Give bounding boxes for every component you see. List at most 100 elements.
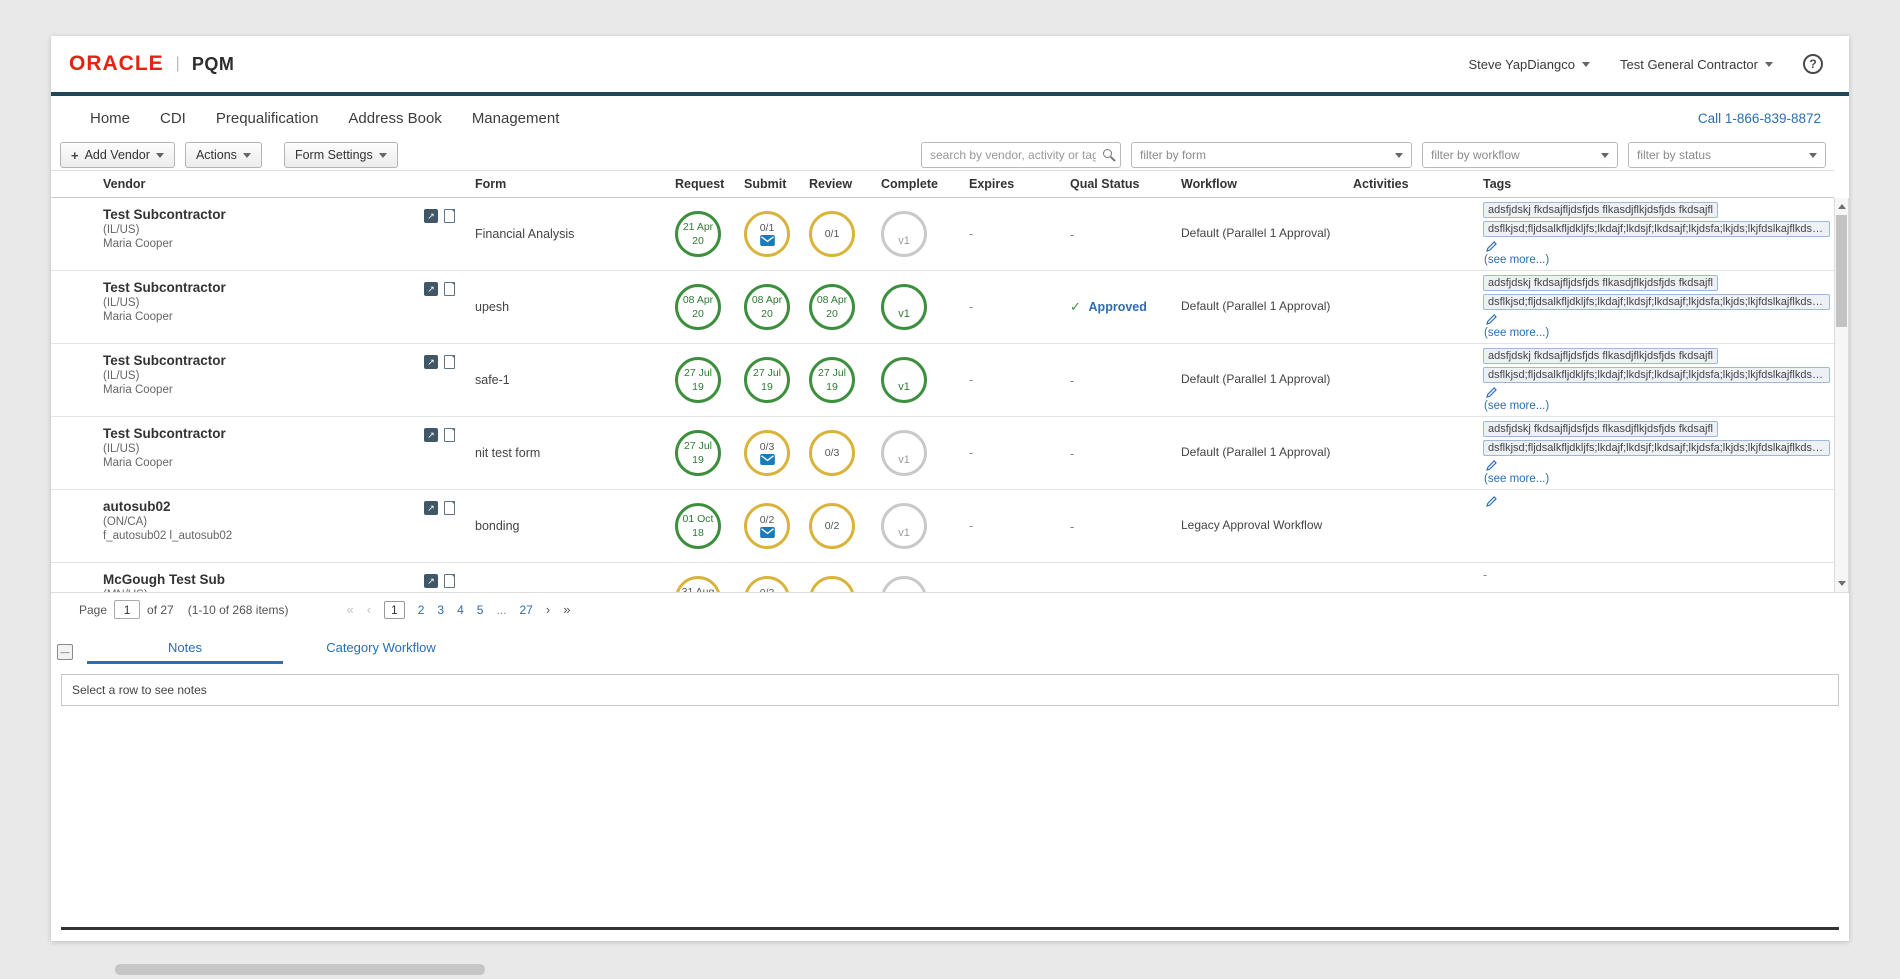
edit-tags-icon[interactable] [1485,459,1498,472]
table-scrollbar[interactable] [1834,198,1849,592]
review-status-circle[interactable]: 0/3 [809,430,855,476]
vendor-form-icon[interactable] [444,355,455,369]
prev-page-button[interactable]: ‹ [367,602,371,617]
submit-status-circle[interactable]: 0/3 [744,576,790,592]
first-page-button[interactable]: « [346,602,353,617]
vendor-activity-icon[interactable]: ↗ [424,355,438,369]
vendor-name[interactable]: Test Subcontractor [103,280,226,295]
nav-item-management[interactable]: Management [472,110,560,127]
vendor-activity-icon[interactable]: ↗ [424,428,438,442]
vendor-form-icon[interactable] [444,428,455,442]
review-status-circle[interactable]: 0/3 [809,576,855,592]
see-more-link[interactable]: (see more...) [1484,400,1830,412]
column-header-complete[interactable]: Complete [879,177,967,191]
complete-status-circle[interactable]: v1 [881,430,927,476]
table-row[interactable]: autosub02 (ON/CA) f_autosub02 l_autosub0… [51,490,1834,563]
see-more-link[interactable]: (see more...) [1484,327,1830,339]
filter-form-select[interactable]: filter by form [1131,142,1412,168]
vendor-activity-icon[interactable]: ↗ [424,574,438,588]
review-status-circle[interactable]: 0/1 [809,211,855,257]
review-status-circle[interactable]: 0/2 [809,503,855,549]
table-row[interactable]: Test Subcontractor (IL/US) Maria Cooper … [51,198,1834,271]
nav-item-home[interactable]: Home [90,110,130,127]
page-number-1[interactable]: 1 [384,601,405,619]
table-row[interactable]: Test Subcontractor (IL/US) Maria Cooper … [51,271,1834,344]
scrollbar-thumb[interactable] [1836,215,1847,327]
actions-button[interactable]: Actions [185,142,262,168]
request-status-circle[interactable]: 08 Apr 20 [675,284,721,330]
search-icon[interactable] [1103,149,1112,158]
call-phone-link[interactable]: Call 1-866-839-8872 [1698,111,1821,126]
vendor-activity-icon[interactable]: ↗ [424,282,438,296]
submit-status-circle[interactable]: 08 Apr 20 [744,284,790,330]
complete-status-circle[interactable]: v1 [881,211,927,257]
complete-status-circle[interactable]: v1 [881,503,927,549]
qual-status-text[interactable]: - [1070,374,1074,388]
scrollbar-up-icon[interactable] [1835,199,1848,214]
qual-status-text[interactable]: Approved [1089,300,1147,314]
complete-status-circle[interactable]: v1 [881,576,927,592]
column-header-activities[interactable]: Activities [1351,177,1481,191]
request-status-circle[interactable]: 27 Jul 19 [675,357,721,403]
column-header-form[interactable]: Form [473,177,673,191]
page-number-3[interactable]: 3 [437,603,444,617]
submit-status-circle[interactable]: 0/3 [744,430,790,476]
edit-tags-icon[interactable] [1485,495,1498,508]
page-number-2[interactable]: 2 [418,603,425,617]
collapse-panel-button[interactable]: — [57,644,73,660]
column-header-qual-status[interactable]: Qual Status [1068,177,1179,191]
column-header-review[interactable]: Review [807,177,879,191]
column-header-submit[interactable]: Submit [742,177,807,191]
table-row[interactable]: Test Subcontractor (IL/US) Maria Cooper … [51,417,1834,490]
request-status-circle[interactable]: 21 Apr 20 [675,211,721,257]
qual-status-text[interactable]: - [1070,520,1074,534]
submit-status-circle[interactable]: 27 Jul 19 [744,357,790,403]
complete-status-circle[interactable]: v1 [881,284,927,330]
scrollbar-down-icon[interactable] [1835,576,1848,591]
filter-status-select[interactable]: filter by status [1628,142,1826,168]
help-icon[interactable]: ? [1803,54,1823,74]
last-page-jump-button[interactable]: » [563,602,570,617]
submit-status-circle[interactable]: 0/2 [744,503,790,549]
nav-item-address-book[interactable]: Address Book [348,110,441,127]
table-row[interactable]: McGough Test Sub (MN/US) ↗ test-21-9 31 … [51,563,1834,592]
form-settings-button[interactable]: Form Settings [284,142,398,168]
vendor-activity-icon[interactable]: ↗ [424,501,438,515]
vendor-activity-icon[interactable]: ↗ [424,209,438,223]
next-page-button[interactable]: › [546,602,550,617]
column-header-expires[interactable]: Expires [967,177,1068,191]
vendor-form-icon[interactable] [444,209,455,223]
user-menu[interactable]: Steve YapDiangco [1469,57,1590,72]
page-number-4[interactable]: 4 [457,603,464,617]
nav-item-prequalification[interactable]: Prequalification [216,110,319,127]
edit-tags-icon[interactable] [1485,313,1498,326]
vendor-name[interactable]: Test Subcontractor [103,426,226,441]
vendor-name[interactable]: autosub02 [103,499,232,514]
horizontal-scrollbar-thumb[interactable] [115,964,485,975]
search-input[interactable] [921,142,1121,168]
qual-status-text[interactable]: - [1070,228,1074,242]
filter-workflow-select[interactable]: filter by workflow [1422,142,1618,168]
vendor-form-icon[interactable] [444,574,455,588]
column-header-vendor[interactable]: Vendor [51,177,473,191]
page-number-27[interactable]: 27 [519,603,532,617]
see-more-link[interactable]: (see more...) [1484,473,1830,485]
vendor-name[interactable]: Test Subcontractor [103,353,226,368]
request-status-circle[interactable]: 01 Oct 18 [675,503,721,549]
edit-tags-icon[interactable] [1485,386,1498,399]
column-header-workflow[interactable]: Workflow [1179,177,1351,191]
review-status-circle[interactable]: 08 Apr 20 [809,284,855,330]
vendor-name[interactable]: McGough Test Sub [103,572,225,587]
vendor-name[interactable]: Test Subcontractor [103,207,226,222]
column-header-tags[interactable]: Tags [1481,177,1834,191]
request-status-circle[interactable]: 27 Jul 19 [675,430,721,476]
complete-status-circle[interactable]: v1 [881,357,927,403]
nav-item-cdi[interactable]: CDI [160,110,186,127]
review-status-circle[interactable]: 27 Jul 19 [809,357,855,403]
page-input[interactable] [114,600,140,619]
submit-status-circle[interactable]: 0/1 [744,211,790,257]
vendor-form-icon[interactable] [444,282,455,296]
org-menu[interactable]: Test General Contractor [1620,57,1773,72]
request-status-circle[interactable]: 31 Aug 20 [675,576,721,592]
qual-status-text[interactable]: - [1070,447,1074,461]
